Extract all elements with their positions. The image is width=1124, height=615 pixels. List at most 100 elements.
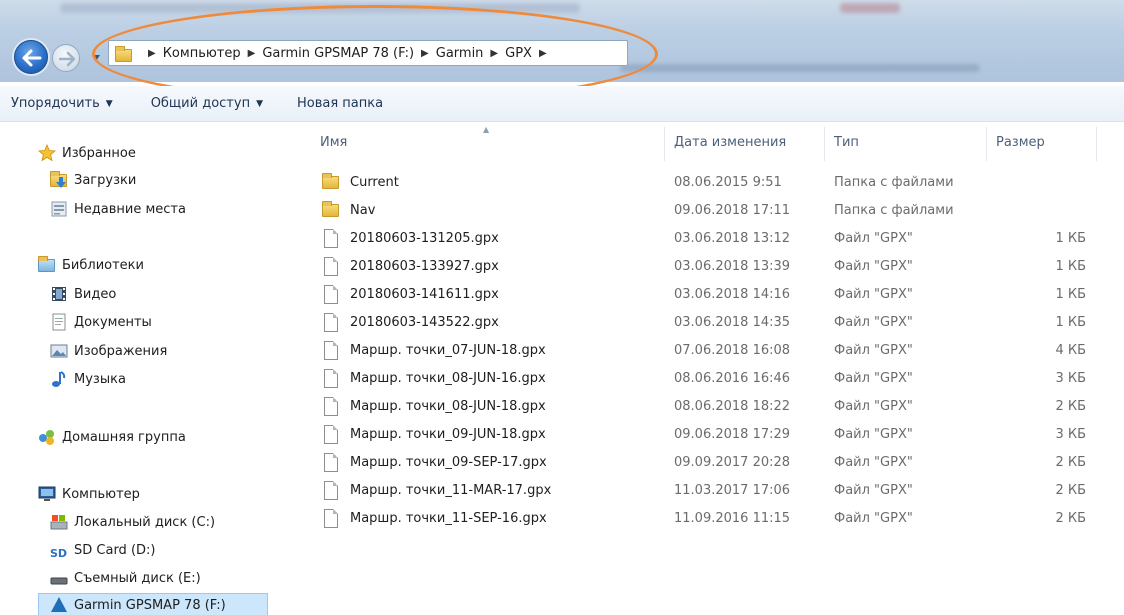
sidebar-item-sd-card[interactable]: SD SD Card (D:) <box>50 541 156 561</box>
chevron-right-icon[interactable]: ▶ <box>421 48 429 59</box>
breadcrumb-garmin-drive[interactable]: Garmin GPSMAP 78 (F:) <box>262 46 414 61</box>
sidebar-item-favorites[interactable]: Избранное <box>38 143 136 162</box>
sort-ascending-icon: ▲ <box>483 125 490 134</box>
file-date: 03.06.2018 13:39 <box>674 259 791 274</box>
column-header-size[interactable]: Размер <box>996 135 1045 150</box>
sidebar-item-video[interactable]: Видео <box>50 285 116 303</box>
file-name: Маршр. точки_08-JUN-16.gpx <box>350 371 546 386</box>
file-type: Файл "GPX" <box>834 259 913 274</box>
file-row[interactable]: Маршр. точки_11-SEP-16.gpx 11.09.2016 11… <box>300 506 1124 533</box>
share-button[interactable]: Общий доступ ▼ <box>151 96 263 111</box>
file-row[interactable]: 20180603-133927.gpx 03.06.2018 13:39 Фай… <box>300 254 1124 281</box>
file-size: 3 КБ <box>1055 371 1086 386</box>
file-size: 2 КБ <box>1055 483 1086 498</box>
command-toolbar: Упорядочить ▼ Общий доступ ▼ Новая папка <box>0 86 1124 122</box>
file-date: 09.06.2018 17:11 <box>674 203 791 218</box>
file-list: ▲ Имя Дата изменения Тип Размер Current … <box>300 123 1124 615</box>
chevron-right-icon[interactable]: ▶ <box>148 48 156 59</box>
sd-card-icon: SD <box>50 541 68 560</box>
file-date: 09.09.2017 20:28 <box>674 455 791 470</box>
new-folder-button[interactable]: Новая папка <box>297 96 383 111</box>
chevron-right-icon[interactable]: ▶ <box>490 48 498 59</box>
sidebar-item-recent-places[interactable]: Недавние места <box>50 200 186 218</box>
breadcrumb-computer[interactable]: Компьютер <box>163 46 241 61</box>
file-row[interactable]: Маршр. точки_09-SEP-17.gpx 09.09.2017 20… <box>300 450 1124 477</box>
music-note-icon <box>50 370 68 388</box>
breadcrumb-garmin[interactable]: Garmin <box>436 46 484 61</box>
sidebar-item-label: Библиотеки <box>62 257 144 273</box>
sidebar-item-libraries[interactable]: Библиотеки <box>38 256 144 274</box>
file-date: 08.06.2016 16:46 <box>674 371 791 386</box>
file-row[interactable]: Маршр. точки_07-JUN-18.gpx 07.06.2018 16… <box>300 338 1124 365</box>
file-icon <box>322 425 340 445</box>
sidebar-item-label: Изображения <box>74 343 168 359</box>
file-row[interactable]: 20180603-143522.gpx 03.06.2018 14:35 Фай… <box>300 310 1124 337</box>
sidebar-item-images[interactable]: Изображения <box>50 342 167 360</box>
chevron-right-icon[interactable]: ▶ <box>248 48 256 59</box>
file-name: Current <box>350 175 399 190</box>
file-row[interactable]: Маршр. точки_09-JUN-18.gpx 09.06.2018 17… <box>300 422 1124 449</box>
folder-icon <box>115 46 133 62</box>
blurred-window-controls <box>840 3 900 13</box>
chevron-right-icon[interactable]: ▶ <box>539 48 547 59</box>
garmin-triangle-icon <box>50 596 68 614</box>
sidebar-item-computer[interactable]: Компьютер <box>38 485 140 503</box>
removable-drive-icon <box>50 569 68 587</box>
column-header-type[interactable]: Тип <box>834 135 859 150</box>
file-type: Файл "GPX" <box>834 315 913 330</box>
folder-row[interactable]: Current 08.06.2015 9:51 Папка с файлами <box>300 170 1124 197</box>
file-type: Файл "GPX" <box>834 371 913 386</box>
picture-icon <box>50 342 68 360</box>
sidebar-item-local-disk[interactable]: Локальный диск (C:) <box>50 513 215 531</box>
sidebar-item-garmin-drive[interactable]: Garmin GPSMAP 78 (F:) <box>38 593 268 615</box>
file-size: 3 КБ <box>1055 427 1086 442</box>
file-row[interactable]: Маршр. точки_08-JUN-18.gpx 08.06.2018 18… <box>300 394 1124 421</box>
column-divider[interactable] <box>664 127 665 161</box>
sidebar-item-music[interactable]: Музыка <box>50 370 126 388</box>
computer-icon <box>38 485 56 503</box>
new-folder-label: Новая папка <box>297 96 384 111</box>
sidebar-item-label: Избранное <box>62 145 136 161</box>
organize-label: Упорядочить <box>11 96 100 111</box>
sidebar-item-label: Недавние места <box>74 201 186 217</box>
file-icon <box>322 229 340 249</box>
file-name: Маршр. точки_08-JUN-18.gpx <box>350 399 546 414</box>
file-row[interactable]: 20180603-141611.gpx 03.06.2018 14:16 Фай… <box>300 282 1124 309</box>
sidebar-item-documents[interactable]: Документы <box>50 313 152 331</box>
file-icon <box>322 397 340 417</box>
address-bar[interactable]: ▶ Компьютер ▶ Garmin GPSMAP 78 (F:) ▶ Ga… <box>108 40 628 66</box>
file-row[interactable]: 20180603-131205.gpx 03.06.2018 13:12 Фай… <box>300 226 1124 253</box>
file-size: 1 КБ <box>1055 259 1086 274</box>
file-date: 03.06.2018 14:35 <box>674 315 791 330</box>
file-type: Папка с файлами <box>834 203 954 218</box>
libraries-icon <box>38 256 56 274</box>
column-divider[interactable] <box>1096 127 1097 161</box>
back-button[interactable] <box>14 40 48 74</box>
file-row[interactable]: Маршр. точки_08-JUN-16.gpx 08.06.2016 16… <box>300 366 1124 393</box>
file-row[interactable]: Маршр. точки_11-MAR-17.gpx 11.03.2017 17… <box>300 478 1124 505</box>
folder-row[interactable]: Nav 09.06.2018 17:11 Папка с файлами <box>300 198 1124 225</box>
file-date: 03.06.2018 14:16 <box>674 287 791 302</box>
sidebar-item-label: Съемный диск (E:) <box>74 570 201 586</box>
column-header-date[interactable]: Дата изменения <box>674 135 786 150</box>
organize-button[interactable]: Упорядочить ▼ <box>11 96 113 111</box>
document-icon <box>50 313 68 331</box>
column-header-name[interactable]: Имя <box>320 135 347 150</box>
homegroup-icon <box>38 428 56 446</box>
breadcrumb-gpx[interactable]: GPX <box>505 46 532 61</box>
file-type: Файл "GPX" <box>834 399 913 414</box>
forward-button[interactable] <box>52 44 80 72</box>
share-label: Общий доступ <box>150 96 251 111</box>
column-divider[interactable] <box>824 127 825 161</box>
sidebar-item-downloads[interactable]: Загрузки <box>50 171 136 189</box>
sidebar-item-label: SD Card (D:) <box>74 542 156 558</box>
recent-pages-dropdown[interactable] <box>90 52 102 64</box>
sidebar-item-homegroup[interactable]: Домашняя группа <box>38 428 186 446</box>
file-name: Маршр. точки_09-SEP-17.gpx <box>350 455 547 470</box>
column-divider[interactable] <box>986 127 987 161</box>
sidebar-item-label: Загрузки <box>74 172 137 188</box>
file-icon <box>322 369 340 389</box>
dropdown-arrow-icon: ▼ <box>105 98 113 109</box>
sidebar-item-removable-disk[interactable]: Съемный диск (E:) <box>50 569 201 587</box>
file-date: 11.09.2016 11:15 <box>674 511 791 526</box>
